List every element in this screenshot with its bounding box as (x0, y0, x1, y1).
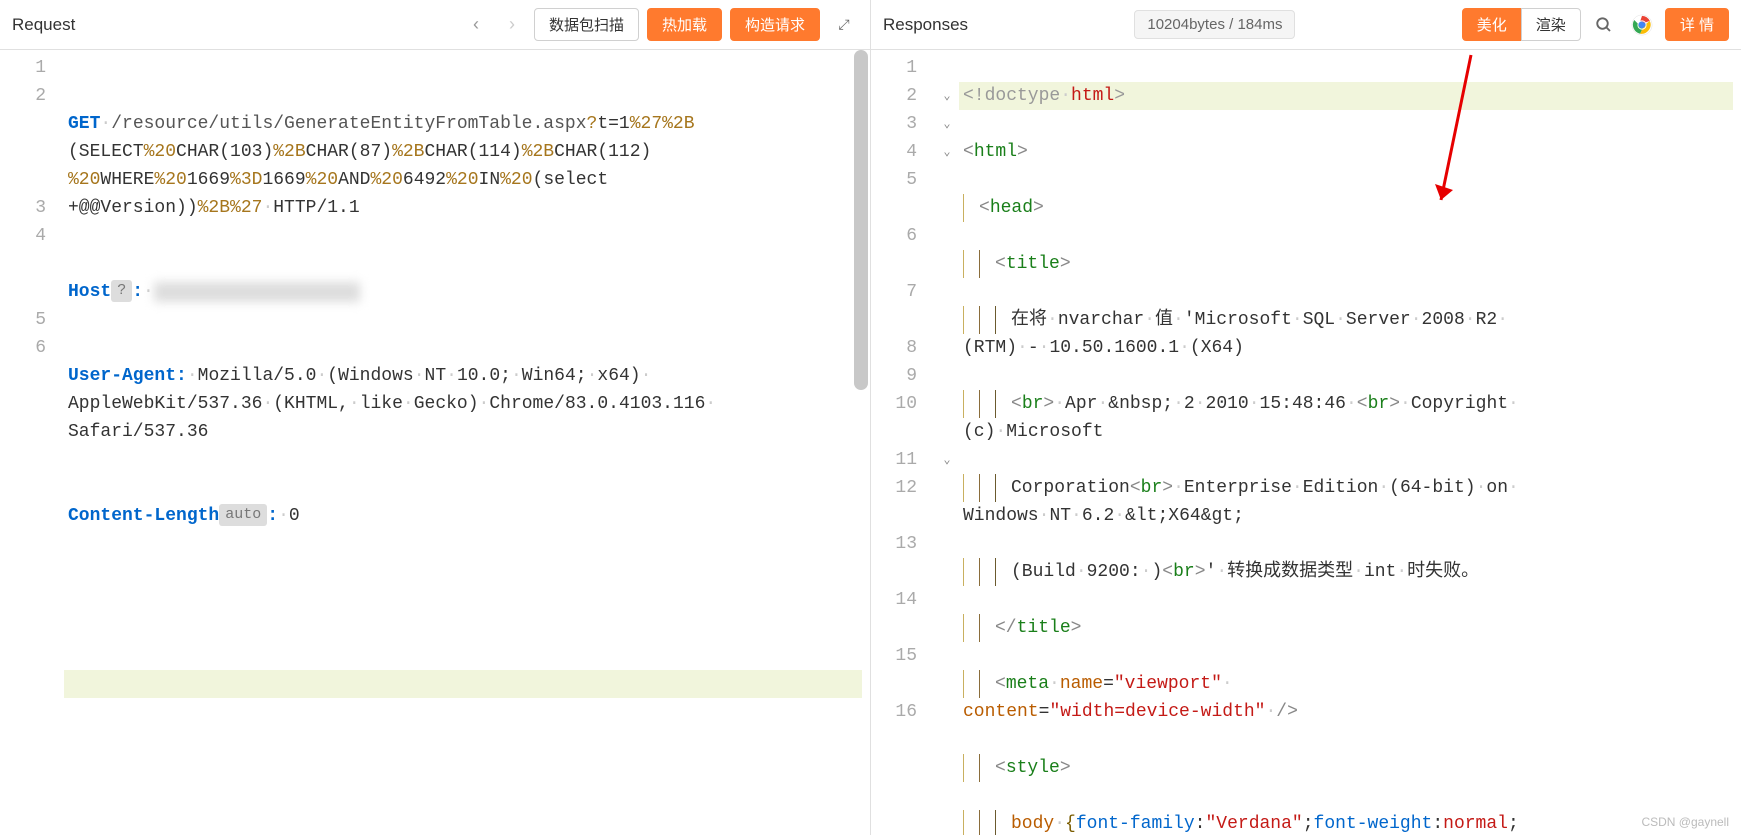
nav-prev-icon[interactable]: ‹ (462, 11, 490, 39)
response-code[interactable]: <!doctype·html> <html> <head> <title> 在将… (959, 50, 1741, 835)
nav-next-icon[interactable]: › (498, 11, 526, 39)
fold-icon[interactable]: ⌄ (935, 110, 959, 138)
response-pane: Responses 10204bytes / 184ms 美化 渲染 详 情 1… (871, 0, 1741, 835)
fold-column: ⌄ ⌄ ⌄ ⌄ (935, 50, 959, 835)
scan-button[interactable]: 数据包扫描 (534, 8, 639, 41)
code-line: </title> (959, 614, 1733, 642)
view-mode-group: 美化 渲染 (1462, 8, 1581, 41)
code-line: User-Agent:·Mozilla/5.0·(Windows·NT·10.0… (64, 362, 862, 446)
fold-icon[interactable]: ⌄ (935, 138, 959, 166)
request-code[interactable]: GET·/resource/utils/GenerateEntityFromTa… (64, 50, 870, 835)
host-unknown-badge: ? (111, 280, 132, 302)
code-line (64, 586, 862, 614)
expand-icon[interactable]: ⤢ (828, 10, 858, 40)
build-request-button[interactable]: 构造请求 (730, 8, 820, 41)
app-root: Request ‹ › 数据包扫描 热加载 构造请求 ⤢ 1 2 3 4 5 6… (0, 0, 1741, 835)
beautify-button[interactable]: 美化 (1462, 8, 1522, 41)
code-line: <title> (959, 250, 1733, 278)
code-line: Content-Lengthauto:·0 (64, 502, 862, 530)
code-line: 在将·nvarchar·值·'Microsoft·SQL·Server·2008… (959, 306, 1733, 362)
fold-icon[interactable]: ⌄ (935, 446, 959, 474)
response-editor[interactable]: 1 2 3 4 5 6 7 8 9 10 11 12 13 14 15 16 ⌄ (871, 50, 1741, 835)
code-line: <!doctype·html> (959, 82, 1733, 110)
request-pane: Request ‹ › 数据包扫描 热加载 构造请求 ⤢ 1 2 3 4 5 6… (0, 0, 871, 835)
fold-icon[interactable]: ⌄ (935, 82, 959, 110)
response-status: 10204bytes / 184ms (1134, 10, 1295, 39)
watermark: CSDN @gaynell (1641, 815, 1729, 829)
response-gutter: 1 2 3 4 5 6 7 8 9 10 11 12 13 14 15 16 (871, 50, 935, 835)
code-line: (Build·9200:·)<br>'·转换成数据类型·int·时失败。 (959, 558, 1733, 586)
chrome-icon[interactable] (1627, 10, 1657, 40)
detail-button[interactable]: 详 情 (1665, 8, 1729, 41)
code-line: <br>·Apr·&nbsp;·2·2010·15:48:46·<br>·Cop… (959, 390, 1733, 446)
hotload-button[interactable]: 热加载 (647, 8, 722, 41)
request-toolbar: Request ‹ › 数据包扫描 热加载 构造请求 ⤢ (0, 0, 870, 50)
code-line: <style> (959, 754, 1733, 782)
response-toolbar: Responses 10204bytes / 184ms 美化 渲染 详 情 (871, 0, 1741, 50)
code-line-current (64, 670, 862, 698)
code-line: <html> (959, 138, 1733, 166)
code-line: body·{font-family:"Verdana";font-weight:… (959, 810, 1733, 835)
code-line: Host?:·xxxxxxxx (64, 278, 862, 306)
response-title: Responses (883, 15, 968, 35)
code-line: Corporation<br>·Enterprise·Edition·(64-b… (959, 474, 1733, 530)
scrollbar-thumb[interactable] (854, 50, 868, 390)
request-gutter: 1 2 3 4 5 6 (0, 50, 64, 835)
search-icon[interactable] (1589, 10, 1619, 40)
content-length-auto-badge: auto (219, 504, 267, 526)
code-line: <meta·name="viewport"·content="width=dev… (959, 670, 1733, 726)
host-redacted: xxxxxxxx (154, 282, 360, 302)
code-line: <head> (959, 194, 1733, 222)
request-editor[interactable]: 1 2 3 4 5 6 GET·/resource/utils/Generate… (0, 50, 870, 835)
request-title: Request (12, 15, 75, 35)
render-button[interactable]: 渲染 (1521, 8, 1581, 41)
code-line: GET·/resource/utils/GenerateEntityFromTa… (64, 110, 862, 222)
